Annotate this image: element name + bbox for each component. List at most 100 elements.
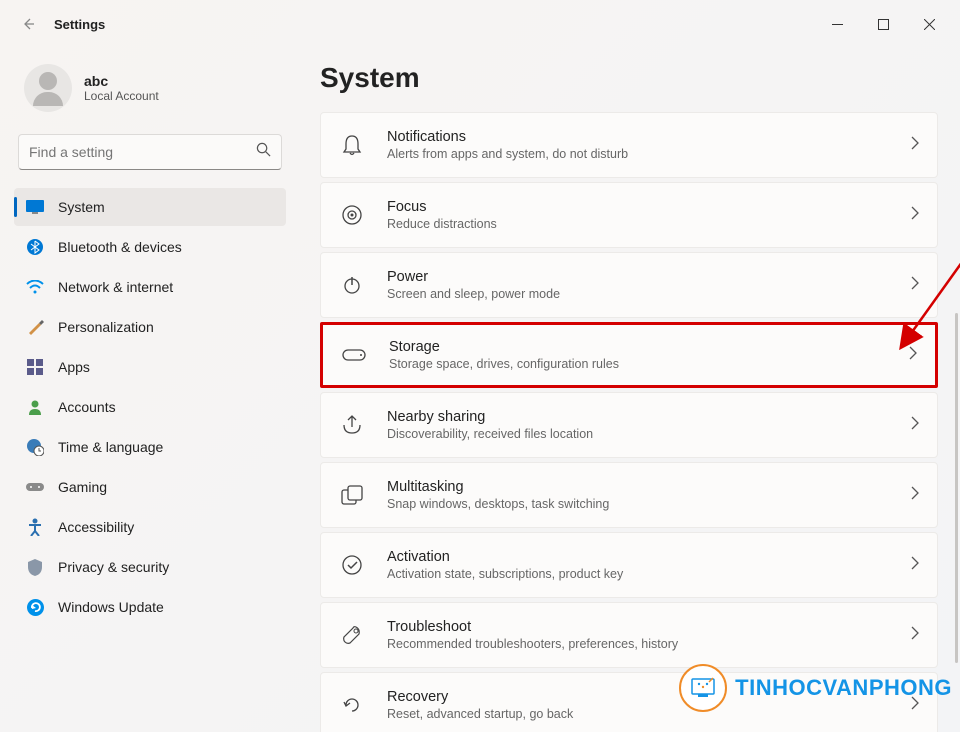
window-title: Settings — [54, 17, 105, 32]
sidebar-item-accounts[interactable]: Accounts — [14, 388, 286, 426]
card-title: Activation — [387, 549, 623, 565]
sidebar-item-label: Gaming — [58, 479, 107, 495]
wifi-icon — [26, 278, 44, 296]
watermark: TINHOCVANPHONG — [679, 664, 952, 712]
avatar — [24, 64, 72, 112]
watermark-logo-icon — [679, 664, 727, 712]
sidebar-item-label: Bluetooth & devices — [58, 239, 182, 255]
focus-icon — [339, 204, 365, 226]
bell-icon — [339, 134, 365, 156]
close-button[interactable] — [906, 8, 952, 40]
sidebar: abc Local Account System Bluetooth & dev… — [0, 48, 300, 732]
account-block[interactable]: abc Local Account — [14, 58, 286, 130]
chevron-right-icon — [911, 416, 919, 435]
gamepad-icon — [26, 478, 44, 496]
card-subtitle: Alerts from apps and system, do not dist… — [387, 147, 628, 161]
sidebar-item-label: Apps — [58, 359, 90, 375]
sidebar-item-apps[interactable]: Apps — [14, 348, 286, 386]
card-title: Focus — [387, 199, 497, 215]
card-subtitle: Reduce distractions — [387, 217, 497, 231]
sidebar-item-accessibility[interactable]: Accessibility — [14, 508, 286, 546]
page-title: System — [320, 62, 938, 94]
card-storage[interactable]: Storage Storage space, drives, configurat… — [320, 322, 938, 388]
apps-icon — [26, 358, 44, 376]
brush-icon — [26, 318, 44, 336]
sidebar-item-gaming[interactable]: Gaming — [14, 468, 286, 506]
back-button[interactable] — [8, 16, 48, 32]
chevron-right-icon — [911, 206, 919, 225]
search-box[interactable] — [18, 134, 282, 170]
card-subtitle: Discoverability, received files location — [387, 427, 593, 441]
chevron-right-icon — [911, 136, 919, 155]
sidebar-item-time-language[interactable]: Time & language — [14, 428, 286, 466]
sidebar-item-label: System — [58, 199, 105, 215]
maximize-button[interactable] — [860, 8, 906, 40]
close-icon — [924, 19, 935, 30]
card-multitasking[interactable]: MultitaskingSnap windows, desktops, task… — [320, 462, 938, 528]
drive-icon — [341, 349, 367, 361]
account-name: abc — [84, 73, 159, 89]
sidebar-item-personalization[interactable]: Personalization — [14, 308, 286, 346]
title-bar: Settings — [0, 0, 960, 48]
card-title: Troubleshoot — [387, 619, 678, 635]
back-arrow-icon — [20, 16, 36, 32]
card-focus[interactable]: Focus Reduce distractions — [320, 182, 938, 248]
chevron-right-icon — [911, 486, 919, 505]
recovery-icon — [339, 695, 365, 715]
sidebar-item-label: Network & internet — [58, 279, 173, 295]
update-icon — [26, 598, 44, 616]
watermark-text: TINHOCVANPHONG — [735, 675, 952, 701]
card-subtitle: Activation state, subscriptions, product… — [387, 567, 623, 581]
chevron-right-icon — [911, 276, 919, 295]
content-area: System Notifications Alerts from apps and… — [300, 48, 960, 732]
card-troubleshoot[interactable]: Troubleshoot Recommended troubleshooters,… — [320, 602, 938, 668]
card-power[interactable]: Power Screen and sleep, power mode — [320, 252, 938, 318]
sidebar-item-label: Accessibility — [58, 519, 134, 535]
card-title: Multitasking — [387, 479, 609, 495]
wrench-icon — [339, 625, 365, 645]
chevron-right-icon — [911, 556, 919, 575]
chevron-right-icon — [909, 346, 917, 365]
multitask-icon — [339, 485, 365, 505]
account-type: Local Account — [84, 89, 159, 103]
sidebar-item-label: Windows Update — [58, 599, 164, 615]
settings-card-list: Notifications Alerts from apps and system… — [320, 112, 938, 732]
nav-list: System Bluetooth & devices Network & int… — [14, 188, 286, 626]
sidebar-item-update[interactable]: Windows Update — [14, 588, 286, 626]
share-icon — [339, 415, 365, 435]
card-title: Nearby sharing — [387, 409, 593, 425]
sidebar-item-label: Personalization — [58, 319, 154, 335]
card-activation[interactable]: Activation Activation state, subscription… — [320, 532, 938, 598]
display-icon — [26, 198, 44, 216]
accessibility-icon — [26, 518, 44, 536]
card-title: Power — [387, 269, 560, 285]
card-subtitle: Recommended troubleshooters, preferences… — [387, 637, 678, 651]
card-subtitle: Storage space, drives, configuration rul… — [389, 357, 619, 371]
minimize-button[interactable] — [814, 8, 860, 40]
shield-icon — [26, 558, 44, 576]
card-subtitle: Reset, advanced startup, go back — [387, 707, 573, 721]
maximize-icon — [878, 19, 889, 30]
sidebar-item-network[interactable]: Network & internet — [14, 268, 286, 306]
sidebar-item-label: Privacy & security — [58, 559, 169, 575]
globe-clock-icon — [26, 438, 44, 456]
person-icon — [26, 398, 44, 416]
chevron-right-icon — [911, 626, 919, 645]
card-title: Notifications — [387, 129, 628, 145]
check-circle-icon — [339, 555, 365, 575]
minimize-icon — [832, 19, 843, 30]
sidebar-item-bluetooth[interactable]: Bluetooth & devices — [14, 228, 286, 266]
sidebar-item-label: Accounts — [58, 399, 116, 415]
card-notifications[interactable]: Notifications Alerts from apps and system… — [320, 112, 938, 178]
scrollbar[interactable] — [955, 313, 958, 663]
card-nearby-sharing[interactable]: Nearby sharing Discoverability, received … — [320, 392, 938, 458]
search-input[interactable] — [29, 144, 256, 160]
search-icon — [256, 142, 271, 162]
card-title: Recovery — [387, 689, 573, 705]
bluetooth-icon — [26, 238, 44, 256]
sidebar-item-privacy[interactable]: Privacy & security — [14, 548, 286, 586]
sidebar-item-system[interactable]: System — [14, 188, 286, 226]
power-icon — [339, 275, 365, 295]
card-subtitle: Screen and sleep, power mode — [387, 287, 560, 301]
card-title: Storage — [389, 339, 619, 355]
